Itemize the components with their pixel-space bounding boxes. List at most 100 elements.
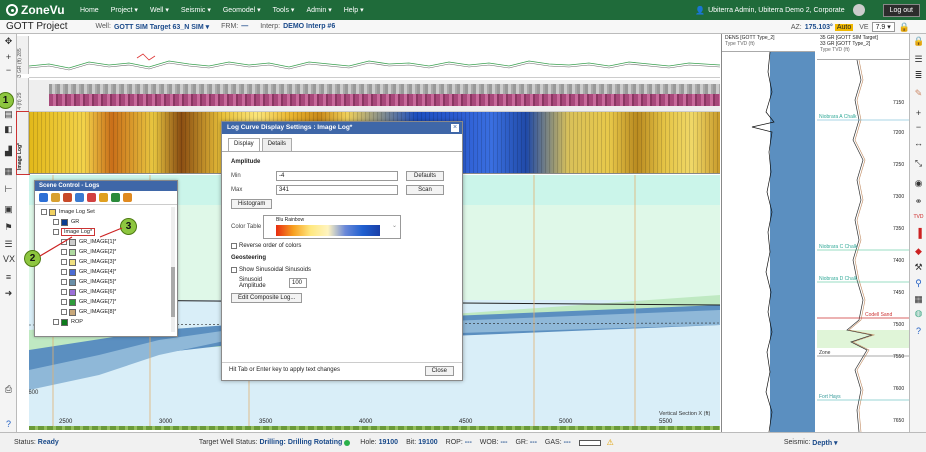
- chart-icon[interactable]: ▟: [3, 146, 14, 157]
- minus-right-icon[interactable]: −: [913, 122, 924, 133]
- scene-tool-icon-2[interactable]: [51, 193, 60, 202]
- tree-item-2[interactable]: Image Log*: [39, 227, 173, 237]
- arrow-right-icon[interactable]: ➜: [3, 288, 14, 299]
- max-input[interactable]: 341: [276, 185, 398, 195]
- scene-tool-icon-1[interactable]: [39, 193, 48, 202]
- tree-label-2[interactable]: Image Log*: [61, 228, 96, 236]
- link-icon[interactable]: ⚭: [913, 196, 924, 207]
- scene-tool-icon-8[interactable]: [123, 193, 132, 202]
- pencil-icon[interactable]: ✎: [913, 88, 924, 99]
- tree-item-9[interactable]: GR_IMAGE[7]*: [39, 297, 173, 307]
- tree-item-4[interactable]: GR_IMAGE[2]*: [39, 247, 173, 257]
- arrows-icon[interactable]: ↔: [913, 138, 924, 149]
- lock-right-icon[interactable]: 🔒: [913, 36, 924, 47]
- eye-icon[interactable]: ◉: [913, 178, 924, 189]
- tree-item-7[interactable]: GR_IMAGE[5]*: [39, 277, 173, 287]
- menu-icon[interactable]: ☰: [913, 54, 924, 65]
- sinusoids-checkbox[interactable]: [231, 267, 237, 273]
- logout-button[interactable]: Log out: [882, 3, 920, 17]
- nav-help[interactable]: Help ▾: [344, 6, 364, 14]
- grid-icon[interactable]: ▦: [3, 166, 14, 177]
- tree-item-8[interactable]: GR_IMAGE[6]*: [39, 287, 173, 297]
- print-icon[interactable]: ⎙: [3, 384, 14, 395]
- zoom-in-icon[interactable]: +: [3, 52, 14, 63]
- plus-right-icon[interactable]: +: [913, 108, 924, 119]
- nav-seismic[interactable]: Seismic ▾: [181, 6, 211, 14]
- scene-tool-icon-6[interactable]: [99, 193, 108, 202]
- tree-checkbox-2[interactable]: [53, 229, 59, 235]
- track-label-gr[interactable]: 33 GR (ft) 285: [17, 36, 29, 80]
- log-panel[interactable]: DENS [GOTT Type_2] Type TVD (ft) 35 GR […: [721, 34, 910, 433]
- scene-control-panel[interactable]: Scene Control - Logs Image Log Set GR Im…: [34, 180, 178, 337]
- tree-checkbox-5[interactable]: [61, 259, 67, 265]
- tree-item-0[interactable]: Image Log Set: [39, 207, 173, 217]
- sinusoid-amp-input[interactable]: 100: [289, 278, 307, 288]
- warning-icon[interactable]: ⚠: [607, 438, 614, 447]
- well-select[interactable]: GOTT SIM Target 63_N SIM ▾: [114, 23, 209, 31]
- vx-icon[interactable]: VX: [3, 254, 15, 265]
- close-button[interactable]: Close: [424, 366, 454, 376]
- flag-icon[interactable]: ⚑: [3, 222, 14, 233]
- nav-home[interactable]: Home: [80, 7, 99, 14]
- min-input[interactable]: -4: [276, 171, 398, 181]
- seismic-select[interactable]: Depth ▾: [812, 439, 837, 447]
- histogram-button[interactable]: Histogram: [231, 199, 273, 209]
- nav-geomodel[interactable]: Geomodel ▾: [223, 6, 261, 14]
- avatar[interactable]: [852, 4, 865, 16]
- scene-tool-icon-7[interactable]: [111, 193, 120, 202]
- tree-item-1[interactable]: GR: [39, 217, 173, 227]
- search-icon[interactable]: ⚲: [913, 278, 924, 289]
- gr-track[interactable]: [29, 36, 720, 78]
- az-value[interactable]: 175.103°: [805, 24, 833, 31]
- map-icon[interactable]: ▣: [3, 204, 14, 215]
- seismic-icon[interactable]: ◧: [3, 124, 14, 135]
- tree-checkbox-3[interactable]: [61, 239, 67, 245]
- help-icon[interactable]: ?: [3, 419, 14, 430]
- reverse-checkbox[interactable]: [231, 243, 237, 249]
- nav-admin[interactable]: Admin ▾: [306, 6, 331, 14]
- tree-checkbox-4[interactable]: [61, 249, 67, 255]
- tree-checkbox-7[interactable]: [61, 279, 67, 285]
- tree-item-11[interactable]: ROP: [39, 317, 173, 327]
- resize-icon[interactable]: ⤡: [913, 158, 924, 169]
- track-label-image[interactable]: Image Log*: [16, 111, 30, 175]
- scan-button[interactable]: Scan: [406, 185, 444, 195]
- list-right-icon[interactable]: ≣: [913, 70, 924, 81]
- edit-composite-button[interactable]: Edit Composite Log...: [231, 293, 303, 303]
- scene-tool-icon-3[interactable]: [63, 193, 72, 202]
- interp-value[interactable]: DEMO Interp #6: [283, 23, 335, 30]
- scene-scrollbar[interactable]: [171, 207, 175, 332]
- zoom-out-icon[interactable]: −: [3, 65, 14, 76]
- tree-checkbox-10[interactable]: [61, 309, 67, 315]
- auto-toggle[interactable]: Auto: [834, 23, 854, 31]
- tab-details[interactable]: Details: [261, 138, 293, 151]
- track-label-rop[interactable]: 2 3 4 (ft) 29: [17, 78, 29, 118]
- ruler-icon[interactable]: ⊢: [3, 184, 14, 195]
- tree-item-10[interactable]: GR_IMAGE[8]*: [39, 307, 173, 317]
- pan-icon[interactable]: ✥: [3, 36, 14, 47]
- zonevu-logo[interactable]: ZoneVu: [0, 3, 80, 17]
- layers-icon[interactable]: ▤: [3, 109, 14, 120]
- color-table-select[interactable]: Blu Rainbow ⌄: [263, 215, 401, 239]
- user-name[interactable]: Ubiterra Admin, Ubiterra Demo 2, Corpora…: [708, 7, 845, 14]
- help-right-icon[interactable]: ?: [913, 326, 924, 337]
- tree-checkbox-9[interactable]: [61, 299, 67, 305]
- nav-well[interactable]: Well ▾: [150, 6, 169, 14]
- stack-icon[interactable]: ≡: [3, 272, 14, 283]
- defaults-button[interactable]: Defaults: [406, 171, 444, 181]
- tab-display[interactable]: Display: [228, 138, 260, 151]
- tree-checkbox-8[interactable]: [61, 289, 67, 295]
- scene-tool-icon-5[interactable]: [87, 193, 96, 202]
- tree-checkbox-11[interactable]: [53, 319, 59, 325]
- tools-icon[interactable]: ⚒: [913, 262, 924, 273]
- tree-checkbox-0[interactable]: [41, 209, 47, 215]
- scene-scroll-thumb[interactable]: [171, 267, 175, 317]
- chart-right-icon[interactable]: ▦: [913, 294, 924, 305]
- chevron-down-icon[interactable]: ⌄: [392, 222, 397, 229]
- dialog-close-icon[interactable]: ×: [451, 124, 459, 132]
- list-icon[interactable]: ☰: [3, 239, 14, 250]
- tree-item-6[interactable]: GR_IMAGE[4]*: [39, 267, 173, 277]
- ve-select[interactable]: 7.9 ▾: [871, 22, 895, 32]
- nav-project[interactable]: Project ▾: [111, 6, 138, 14]
- frm-value[interactable]: —: [241, 23, 248, 30]
